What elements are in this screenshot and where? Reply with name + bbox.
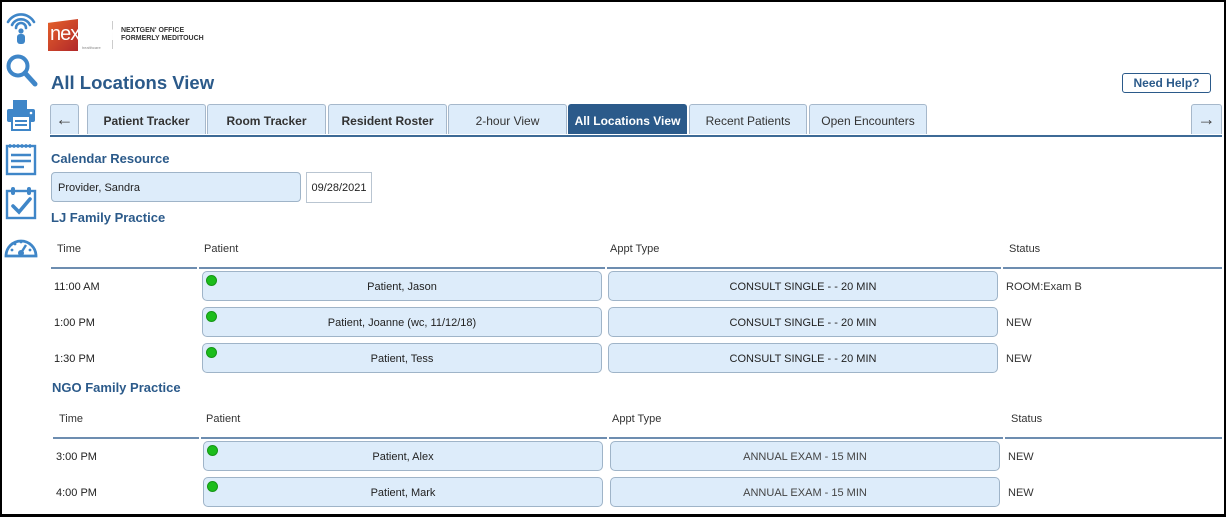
tab-next-arrow-icon[interactable]: →: [1191, 104, 1222, 134]
print-icon[interactable]: [4, 98, 38, 132]
header-divider: [199, 267, 605, 269]
patient-button[interactable]: Patient, Tess: [202, 343, 602, 373]
tab-room-tracker[interactable]: Room Tracker: [207, 104, 326, 134]
status-dot-icon: [207, 445, 218, 456]
tab-recent-patients[interactable]: Recent Patients: [689, 104, 807, 134]
appt-type-button[interactable]: ANNUAL EXAM - 15 MIN: [610, 441, 1000, 471]
appt-time: 1:30 PM: [54, 353, 95, 365]
tab-resident-roster[interactable]: Resident Roster: [328, 104, 447, 134]
patient-button[interactable]: Patient, Alex: [203, 441, 603, 471]
status-dot-icon: [206, 311, 217, 322]
brand-name: nextgen: [50, 23, 115, 45]
dashboard-gauge-icon[interactable]: [4, 230, 38, 264]
location-heading: LJ Family Practice: [51, 210, 166, 225]
appt-time: 1:00 PM: [54, 317, 95, 329]
search-icon[interactable]: [4, 53, 38, 87]
tab-patient-tracker[interactable]: Patient Tracker: [87, 104, 206, 134]
header-divider: [201, 437, 607, 439]
appt-time: 4:00 PM: [56, 487, 97, 499]
col-header-patient: Patient: [206, 413, 241, 425]
provider-select[interactable]: Provider, Sandra: [51, 172, 301, 202]
nextgen-logo: nextgen healthcare NEXTGEN' OFFICE FORME…: [48, 18, 204, 52]
date-input[interactable]: 09/28/2021: [306, 172, 372, 203]
tab-2-hour-view[interactable]: 2-hour View: [448, 104, 567, 134]
appt-status: ROOM:Exam B: [1006, 281, 1082, 293]
calendar-resource-label: Calendar Resource: [51, 151, 170, 166]
header-divider: [51, 267, 197, 269]
page-title: All Locations View: [51, 72, 215, 93]
appt-type-button[interactable]: CONSULT SINGLE - - 20 MIN: [608, 343, 998, 373]
tab-bar: ← Patient Tracker Room Tracker Resident …: [50, 104, 1222, 137]
patient-name: Patient, Tess: [370, 353, 434, 365]
patient-name: Patient, Jason: [367, 281, 437, 293]
tagline-line1: NEXTGEN' OFFICE: [121, 27, 185, 34]
tab-prev-arrow-icon[interactable]: ←: [50, 104, 79, 134]
patient-name: Patient, Alex: [372, 451, 434, 463]
calendar-check-icon[interactable]: [4, 186, 38, 220]
appt-status: NEW: [1006, 353, 1032, 365]
appt-type-button[interactable]: CONSULT SINGLE - - 20 MIN: [608, 271, 998, 301]
appt-status: NEW: [1008, 451, 1034, 463]
status-dot-icon: [206, 347, 217, 358]
patient-button[interactable]: Patient, Mark: [203, 477, 603, 507]
patient-button[interactable]: Patient, Joanne (wc, 11/12/18): [202, 307, 602, 337]
brand-sub: healthcare: [82, 45, 101, 50]
col-header-appt-type: Appt Type: [612, 413, 662, 425]
header-divider: [53, 437, 199, 439]
col-header-time: Time: [59, 413, 84, 425]
status-dot-icon: [207, 481, 218, 492]
header-divider: [1003, 267, 1222, 269]
col-header-status: Status: [1009, 243, 1041, 255]
tab-open-encounters[interactable]: Open Encounters: [809, 104, 927, 134]
appt-status: NEW: [1008, 487, 1034, 499]
need-help-button[interactable]: Need Help?: [1122, 73, 1211, 93]
col-header-status: Status: [1011, 413, 1043, 425]
tab-underline: [50, 135, 1222, 137]
header-divider: [1005, 437, 1222, 439]
status-dot-icon: [206, 275, 217, 286]
broadcast-user-icon[interactable]: [4, 10, 38, 44]
appt-type-button[interactable]: ANNUAL EXAM - 15 MIN: [610, 477, 1000, 507]
appt-status: NEW: [1006, 317, 1032, 329]
tagline-line2: FORMERLY MEDITOUCH: [121, 35, 204, 42]
col-header-time: Time: [57, 243, 82, 255]
appt-time: 3:00 PM: [56, 451, 97, 463]
patient-name: Patient, Joanne (wc, 11/12/18): [327, 317, 477, 329]
col-header-appt-type: Appt Type: [610, 243, 660, 255]
appt-time: 11:00 AM: [54, 281, 100, 293]
tab-all-locations-view[interactable]: All Locations View: [568, 104, 687, 134]
brand-mark: nextgen healthcare: [48, 19, 115, 51]
appt-type-button[interactable]: CONSULT SINGLE - - 20 MIN: [608, 307, 998, 337]
header-divider: [607, 267, 1001, 269]
notepad-icon[interactable]: [4, 142, 38, 176]
col-header-patient: Patient: [204, 243, 239, 255]
app: nextgen healthcare NEXTGEN' OFFICE FORME…: [0, 0, 1222, 512]
patient-button[interactable]: Patient, Jason: [202, 271, 602, 301]
location-heading: NGO Family Practice: [52, 380, 181, 395]
patient-name: Patient, Mark: [370, 487, 436, 499]
header-divider: [609, 437, 1003, 439]
logo-tagline: NEXTGEN' OFFICE FORMERLY MEDITOUCH: [121, 27, 204, 43]
